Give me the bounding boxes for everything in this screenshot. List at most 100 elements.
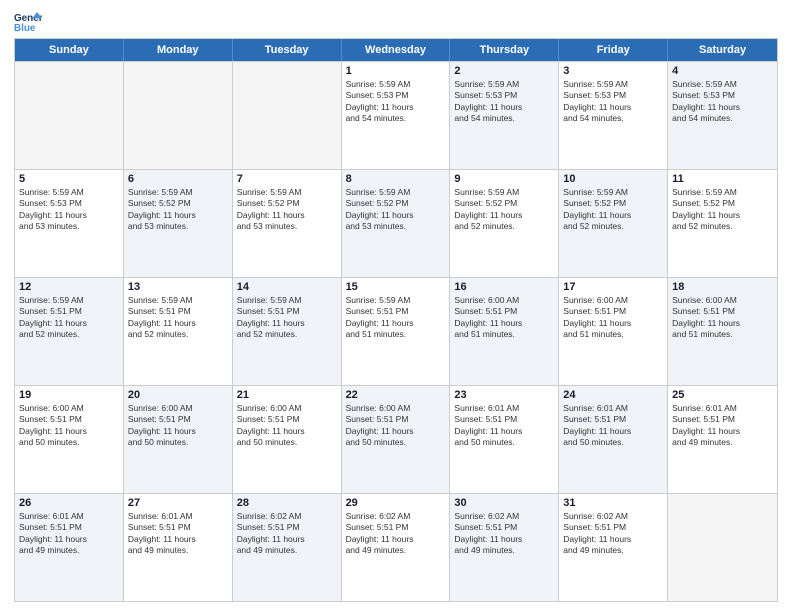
cell-info: Sunrise: 6:00 AM Sunset: 5:51 PM Dayligh… bbox=[19, 403, 119, 449]
calendar-cell: 20 Sunrise: 6:00 AM Sunset: 5:51 PM Dayli… bbox=[124, 386, 233, 493]
calendar-cell: 26 Sunrise: 6:01 AM Sunset: 5:51 PM Dayli… bbox=[15, 494, 124, 601]
calendar-row: 12 Sunrise: 5:59 AM Sunset: 5:51 PM Dayli… bbox=[15, 277, 777, 385]
calendar-cell: 24 Sunrise: 6:01 AM Sunset: 5:51 PM Dayli… bbox=[559, 386, 668, 493]
calendar-cell: 12 Sunrise: 5:59 AM Sunset: 5:51 PM Dayli… bbox=[15, 278, 124, 385]
calendar-cell: 23 Sunrise: 6:01 AM Sunset: 5:51 PM Dayli… bbox=[450, 386, 559, 493]
day-number: 20 bbox=[128, 389, 228, 401]
calendar-cell: 3 Sunrise: 5:59 AM Sunset: 5:53 PM Daylig… bbox=[559, 62, 668, 169]
cell-info: Sunrise: 5:59 AM Sunset: 5:52 PM Dayligh… bbox=[454, 187, 554, 233]
cell-info: Sunrise: 5:59 AM Sunset: 5:51 PM Dayligh… bbox=[346, 295, 446, 341]
calendar-cell: 19 Sunrise: 6:00 AM Sunset: 5:51 PM Dayli… bbox=[15, 386, 124, 493]
calendar-cell: 14Sunrise: 5:59 AM Sunset: 5:51 PM Dayli… bbox=[233, 278, 342, 385]
calendar-cell: 27 Sunrise: 6:01 AM Sunset: 5:51 PM Dayli… bbox=[124, 494, 233, 601]
calendar-cell: 18 Sunrise: 6:00 AM Sunset: 5:51 PM Dayli… bbox=[668, 278, 777, 385]
logo: General Blue bbox=[14, 10, 46, 32]
cell-info: Sunrise: 6:02 AM Sunset: 5:51 PM Dayligh… bbox=[454, 511, 554, 557]
day-number: 19 bbox=[19, 389, 119, 401]
cell-info: Sunrise: 5:59 AM Sunset: 5:53 PM Dayligh… bbox=[454, 79, 554, 125]
cell-info: Sunrise: 6:01 AM Sunset: 5:51 PM Dayligh… bbox=[128, 511, 228, 557]
cell-info: Sunrise: 6:01 AM Sunset: 5:51 PM Dayligh… bbox=[454, 403, 554, 449]
cell-info: Sunrise: 5:59 AM Sunset: 5:53 PM Dayligh… bbox=[563, 79, 663, 125]
day-header: Friday bbox=[559, 39, 668, 61]
day-header: Tuesday bbox=[233, 39, 342, 61]
cell-info: Sunrise: 6:00 AM Sunset: 5:51 PM Dayligh… bbox=[237, 403, 337, 449]
calendar-cell: 30 Sunrise: 6:02 AM Sunset: 5:51 PM Dayli… bbox=[450, 494, 559, 601]
calendar-cell: 6 Sunrise: 5:59 AM Sunset: 5:52 PM Daylig… bbox=[124, 170, 233, 277]
cell-info: Sunrise: 5:59 AM Sunset: 5:51 PM Dayligh… bbox=[19, 295, 119, 341]
day-number: 21 bbox=[237, 389, 337, 401]
day-number: 4 bbox=[672, 65, 773, 77]
day-number: 16 bbox=[454, 281, 554, 293]
day-number: 26 bbox=[19, 497, 119, 509]
calendar-cell: 31Sunrise: 6:02 AM Sunset: 5:51 PM Dayli… bbox=[559, 494, 668, 601]
calendar-row: 1 Sunrise: 5:59 AM Sunset: 5:53 PM Daylig… bbox=[15, 61, 777, 169]
day-number: 10 bbox=[563, 173, 663, 185]
day-number: 12 bbox=[19, 281, 119, 293]
calendar-cell: 17 Sunrise: 6:00 AM Sunset: 5:51 PM Dayli… bbox=[559, 278, 668, 385]
day-number: 7 bbox=[237, 173, 337, 185]
cell-info: Sunrise: 5:59 AM Sunset: 5:51 PM Dayligh… bbox=[237, 295, 337, 341]
day-header: Monday bbox=[124, 39, 233, 61]
calendar-cell: 22Sunrise: 6:00 AM Sunset: 5:51 PM Dayli… bbox=[342, 386, 451, 493]
calendar-cell: 25Sunrise: 6:01 AM Sunset: 5:51 PM Dayli… bbox=[668, 386, 777, 493]
calendar-row: 26 Sunrise: 6:01 AM Sunset: 5:51 PM Dayli… bbox=[15, 493, 777, 601]
cell-info: Sunrise: 5:59 AM Sunset: 5:52 PM Dayligh… bbox=[128, 187, 228, 233]
day-number: 17 bbox=[563, 281, 663, 293]
cell-info: Sunrise: 5:59 AM Sunset: 5:51 PM Dayligh… bbox=[128, 295, 228, 341]
cell-info: Sunrise: 6:02 AM Sunset: 5:51 PM Dayligh… bbox=[237, 511, 337, 557]
day-number: 28 bbox=[237, 497, 337, 509]
day-number: 2 bbox=[454, 65, 554, 77]
day-number: 30 bbox=[454, 497, 554, 509]
calendar-header: SundayMondayTuesdayWednesdayThursdayFrid… bbox=[15, 39, 777, 61]
day-number: 18 bbox=[672, 281, 773, 293]
calendar-row: 19 Sunrise: 6:00 AM Sunset: 5:51 PM Dayli… bbox=[15, 385, 777, 493]
calendar-cell: 29Sunrise: 6:02 AM Sunset: 5:51 PM Dayli… bbox=[342, 494, 451, 601]
calendar-body: 1 Sunrise: 5:59 AM Sunset: 5:53 PM Daylig… bbox=[15, 61, 777, 601]
cell-info: Sunrise: 6:00 AM Sunset: 5:51 PM Dayligh… bbox=[128, 403, 228, 449]
logo-icon: General Blue bbox=[14, 10, 42, 32]
cell-info: Sunrise: 6:01 AM Sunset: 5:51 PM Dayligh… bbox=[563, 403, 663, 449]
cell-info: Sunrise: 5:59 AM Sunset: 5:53 PM Dayligh… bbox=[19, 187, 119, 233]
calendar-cell: 11Sunrise: 5:59 AM Sunset: 5:52 PM Dayli… bbox=[668, 170, 777, 277]
calendar-cell bbox=[233, 62, 342, 169]
svg-text:Blue: Blue bbox=[14, 23, 36, 32]
day-header: Sunday bbox=[15, 39, 124, 61]
day-number: 9 bbox=[454, 173, 554, 185]
day-number: 23 bbox=[454, 389, 554, 401]
day-number: 29 bbox=[346, 497, 446, 509]
cell-info: Sunrise: 6:00 AM Sunset: 5:51 PM Dayligh… bbox=[563, 295, 663, 341]
calendar-cell: 1Sunrise: 5:59 AM Sunset: 5:53 PM Daylig… bbox=[342, 62, 451, 169]
header: General Blue bbox=[14, 10, 778, 32]
day-header: Thursday bbox=[450, 39, 559, 61]
day-number: 6 bbox=[128, 173, 228, 185]
day-header: Saturday bbox=[668, 39, 777, 61]
day-header: Wednesday bbox=[342, 39, 451, 61]
calendar-cell: 28 Sunrise: 6:02 AM Sunset: 5:51 PM Dayli… bbox=[233, 494, 342, 601]
calendar-cell: 7 Sunrise: 5:59 AM Sunset: 5:52 PM Daylig… bbox=[233, 170, 342, 277]
calendar-cell bbox=[668, 494, 777, 601]
calendar-cell: 13Sunrise: 5:59 AM Sunset: 5:51 PM Dayli… bbox=[124, 278, 233, 385]
day-number: 25 bbox=[672, 389, 773, 401]
cell-info: Sunrise: 6:01 AM Sunset: 5:51 PM Dayligh… bbox=[19, 511, 119, 557]
calendar-cell: 8Sunrise: 5:59 AM Sunset: 5:52 PM Daylig… bbox=[342, 170, 451, 277]
calendar-cell: 21 Sunrise: 6:00 AM Sunset: 5:51 PM Dayli… bbox=[233, 386, 342, 493]
calendar-cell: 4Sunrise: 5:59 AM Sunset: 5:53 PM Daylig… bbox=[668, 62, 777, 169]
cell-info: Sunrise: 5:59 AM Sunset: 5:52 PM Dayligh… bbox=[237, 187, 337, 233]
cell-info: Sunrise: 6:00 AM Sunset: 5:51 PM Dayligh… bbox=[454, 295, 554, 341]
cell-info: Sunrise: 5:59 AM Sunset: 5:52 PM Dayligh… bbox=[563, 187, 663, 233]
cell-info: Sunrise: 6:00 AM Sunset: 5:51 PM Dayligh… bbox=[346, 403, 446, 449]
calendar-cell: 16 Sunrise: 6:00 AM Sunset: 5:51 PM Dayli… bbox=[450, 278, 559, 385]
calendar-cell: 9 Sunrise: 5:59 AM Sunset: 5:52 PM Daylig… bbox=[450, 170, 559, 277]
cell-info: Sunrise: 5:59 AM Sunset: 5:52 PM Dayligh… bbox=[672, 187, 773, 233]
day-number: 24 bbox=[563, 389, 663, 401]
calendar-cell bbox=[124, 62, 233, 169]
calendar-cell: 5Sunrise: 5:59 AM Sunset: 5:53 PM Daylig… bbox=[15, 170, 124, 277]
cell-info: Sunrise: 5:59 AM Sunset: 5:52 PM Dayligh… bbox=[346, 187, 446, 233]
day-number: 27 bbox=[128, 497, 228, 509]
cell-info: Sunrise: 6:00 AM Sunset: 5:51 PM Dayligh… bbox=[672, 295, 773, 341]
calendar-cell: 2 Sunrise: 5:59 AM Sunset: 5:53 PM Daylig… bbox=[450, 62, 559, 169]
day-number: 31 bbox=[563, 497, 663, 509]
day-number: 3 bbox=[563, 65, 663, 77]
day-number: 1 bbox=[346, 65, 446, 77]
calendar-cell: 10 Sunrise: 5:59 AM Sunset: 5:52 PM Dayli… bbox=[559, 170, 668, 277]
